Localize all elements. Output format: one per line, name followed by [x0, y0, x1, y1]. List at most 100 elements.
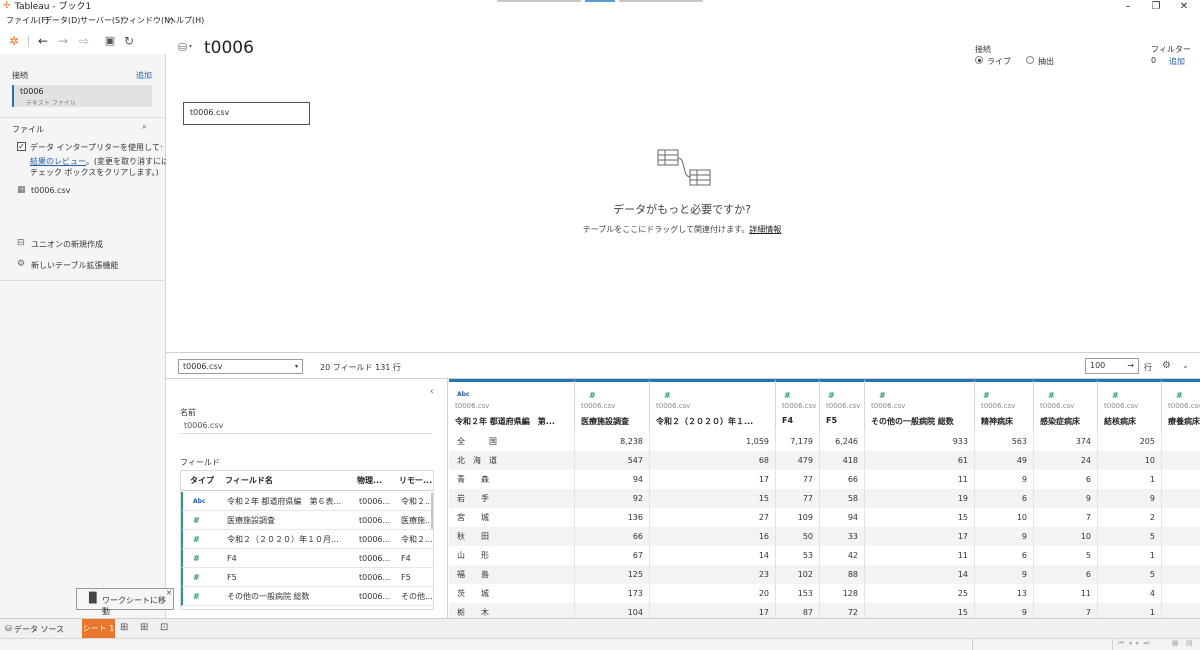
grid-cell: 479 — [776, 451, 820, 470]
file-item-t0006[interactable]: t0006.csv — [31, 186, 70, 195]
grid-column-header[interactable]: # t0006.csv F5 — [820, 379, 865, 431]
sheet-tab-bar: ⛁ データ ソース シート 1 ⊞ ⊞ ⊡ — [0, 618, 1200, 638]
redo-icon[interactable]: → — [55, 33, 71, 49]
grid-cell: 11 — [865, 470, 975, 489]
filmstrip-view-icon[interactable]: ▤ — [1186, 639, 1193, 647]
filter-add-link[interactable]: 追加 — [1169, 56, 1185, 67]
grid-column-header[interactable]: # t0006.csv 療養病床 — [1162, 379, 1200, 431]
new-worksheet-icon[interactable]: ⊞ — [120, 622, 128, 633]
forward-dropdown-icon[interactable]: ⇨ — [76, 33, 92, 49]
grid-column-header[interactable]: # t0006.csv 結核病床 — [1098, 379, 1162, 431]
collapse-icon[interactable]: ‹ — [430, 387, 434, 397]
chevron-down-icon[interactable]: ⌄ — [1182, 361, 1189, 370]
maximize-icon[interactable]: ❐ — [1144, 0, 1168, 14]
gear-icon[interactable]: ⚙ — [1162, 360, 1171, 371]
tab-indicator-active — [585, 0, 615, 2]
close-icon[interactable]: ✕ — [166, 589, 172, 597]
review-results-link[interactable]: 結果のレビュー — [30, 157, 86, 166]
grid-column-header[interactable]: # t0006.csv 令和２（２０２０）年１... — [650, 379, 776, 431]
number-type-icon[interactable]: # — [879, 391, 886, 400]
new-story-icon[interactable]: ⊡ — [160, 622, 168, 633]
new-union-item[interactable]: ユニオンの新規作成 — [31, 239, 103, 250]
header-physical[interactable]: 物理... — [357, 471, 382, 491]
row-count-input[interactable]: 100 → — [1085, 358, 1139, 374]
number-type-icon[interactable]: # — [983, 391, 990, 400]
undo-icon[interactable]: ← — [35, 33, 51, 49]
details-link[interactable]: 詳細情報 — [749, 225, 781, 234]
grid-cell — [1162, 470, 1200, 489]
grid-cell — [1162, 527, 1200, 546]
datasource-icon[interactable]: ⛁ — [178, 41, 187, 54]
grid-cell — [1162, 489, 1200, 508]
grid-column-header[interactable]: # t0006.csv 感染症病床 — [1034, 379, 1098, 431]
table-box-t0006[interactable]: t0006.csv — [183, 102, 310, 125]
grid-column-header[interactable]: # t0006.csv 精神病床 — [975, 379, 1034, 431]
number-type-icon[interactable]: # — [664, 391, 671, 400]
live-radio[interactable] — [975, 56, 983, 64]
new-dashboard-icon[interactable]: ⊞ — [140, 622, 148, 633]
connection-item-t0006[interactable]: t0006 テキスト ファイル — [12, 85, 152, 107]
grid-view-icon[interactable]: ▦ — [1172, 639, 1179, 647]
menu-file[interactable]: ファイル(F) — [6, 15, 49, 27]
menu-window[interactable]: ウィンドウ(N) — [121, 15, 173, 27]
connection-mode-label: 接続 — [975, 45, 991, 54]
string-type-icon[interactable]: Abc — [457, 391, 470, 398]
number-type-icon[interactable]: # — [1112, 391, 1119, 400]
save-icon[interactable]: ▣ — [102, 33, 118, 49]
grid-column-header[interactable]: # t0006.csv 医療施設調査 — [575, 379, 650, 431]
header-type[interactable]: タイプ — [190, 471, 214, 491]
go-to-worksheet-tooltip[interactable]: ▐▌ ワークシートに移動 ✕ — [76, 588, 174, 616]
grid-cell: 94 — [575, 470, 650, 489]
interpreter-checkbox[interactable]: ✓ — [17, 142, 26, 151]
new-table-extension-item[interactable]: 新しいテーブル拡張機能 — [31, 260, 119, 271]
menu-help[interactable]: ヘルプ(H) — [168, 15, 204, 27]
search-icon[interactable]: ⌕ — [142, 122, 147, 132]
grid-cell: 563 — [975, 432, 1034, 451]
grid-cell: 16 — [650, 527, 776, 546]
chevron-down-icon[interactable]: ▾ — [189, 43, 192, 50]
field-row[interactable]: Abc 令和２年 都道府県編 第６表... t0006... 令和２... — [181, 492, 433, 511]
grid-column-header[interactable]: Abc t0006.csv 令和２年 都道府県編 第... — [449, 379, 575, 431]
field-row[interactable]: # その他の一般病院 総数 t0006... その他... — [181, 587, 433, 606]
extract-radio[interactable] — [1026, 56, 1034, 64]
scrollbar-thumb[interactable] — [431, 493, 433, 529]
number-type-icon[interactable]: # — [1176, 391, 1183, 400]
number-type-icon[interactable]: # — [589, 391, 596, 400]
menu-server[interactable]: サーバー(S) — [80, 15, 123, 27]
grid-cell: 7 — [1034, 508, 1098, 527]
field-row[interactable]: # 令和２（２０２０）年１０月... t0006... 令和２... — [181, 530, 433, 549]
need-more-data-title: データがもっと必要ですか? — [613, 203, 751, 216]
grid-cell — [1162, 565, 1200, 584]
header-remote[interactable]: リモー... — [399, 471, 432, 491]
grid-column-header[interactable]: # t0006.csv その他の一般病院 総数 — [865, 379, 975, 431]
field-row[interactable]: # F4 t0006... F4 — [181, 549, 433, 568]
data-grid-toolbar: t0006.csv ▾ 20 フィールド 131 行 100 → 行 ⚙ ⌄ — [166, 352, 1200, 379]
field-row[interactable]: # F5 t0006... F5 — [181, 568, 433, 587]
number-type-icon[interactable]: # — [784, 391, 791, 400]
grid-cell: 23 — [650, 565, 776, 584]
grid-column-header[interactable]: # t0006.csv F4 — [776, 379, 820, 431]
close-icon[interactable]: ✕ — [1172, 0, 1196, 14]
grid-cell: 10 — [1098, 451, 1162, 470]
join-canvas[interactable]: ⛁ ▾ t0006 t0006.csv 接続 ライブ 抽出 フィルター 0 追加… — [166, 28, 1200, 352]
add-connection-link[interactable]: 追加 — [136, 70, 152, 81]
field-row[interactable]: # 医療施設調査 t0006... 医療施... — [181, 511, 433, 530]
start-page-icon[interactable]: ✲ — [6, 33, 22, 49]
datasource-title[interactable]: t0006 — [204, 38, 254, 58]
refresh-icon[interactable]: ↻ — [121, 33, 137, 49]
sheet-1-tab[interactable]: シート 1 — [82, 619, 115, 638]
number-type-icon[interactable]: # — [1048, 391, 1055, 400]
number-type-icon[interactable]: # — [828, 391, 835, 400]
menu-data[interactable]: データ(D) — [44, 15, 80, 27]
datasource-tab[interactable]: データ ソース — [14, 624, 64, 635]
grid-cell: 77 — [776, 470, 820, 489]
field-type-icon: # — [193, 573, 200, 582]
grid-row: 秋 田 66 16 50 33 17 9 10 5 — [449, 527, 1200, 546]
sheet-nav-icons[interactable]: ⏮◂▸⏭ — [1118, 639, 1154, 648]
table-select[interactable]: t0006.csv ▾ — [178, 359, 303, 374]
header-field-name[interactable]: フィールド名 — [225, 471, 273, 491]
grid-row: 栃 木 104 17 87 72 15 9 7 1 — [449, 603, 1200, 618]
field-remote: 令和２... — [401, 497, 433, 506]
grid-cell: 20 — [650, 584, 776, 603]
minimize-icon[interactable]: – — [1116, 0, 1140, 14]
